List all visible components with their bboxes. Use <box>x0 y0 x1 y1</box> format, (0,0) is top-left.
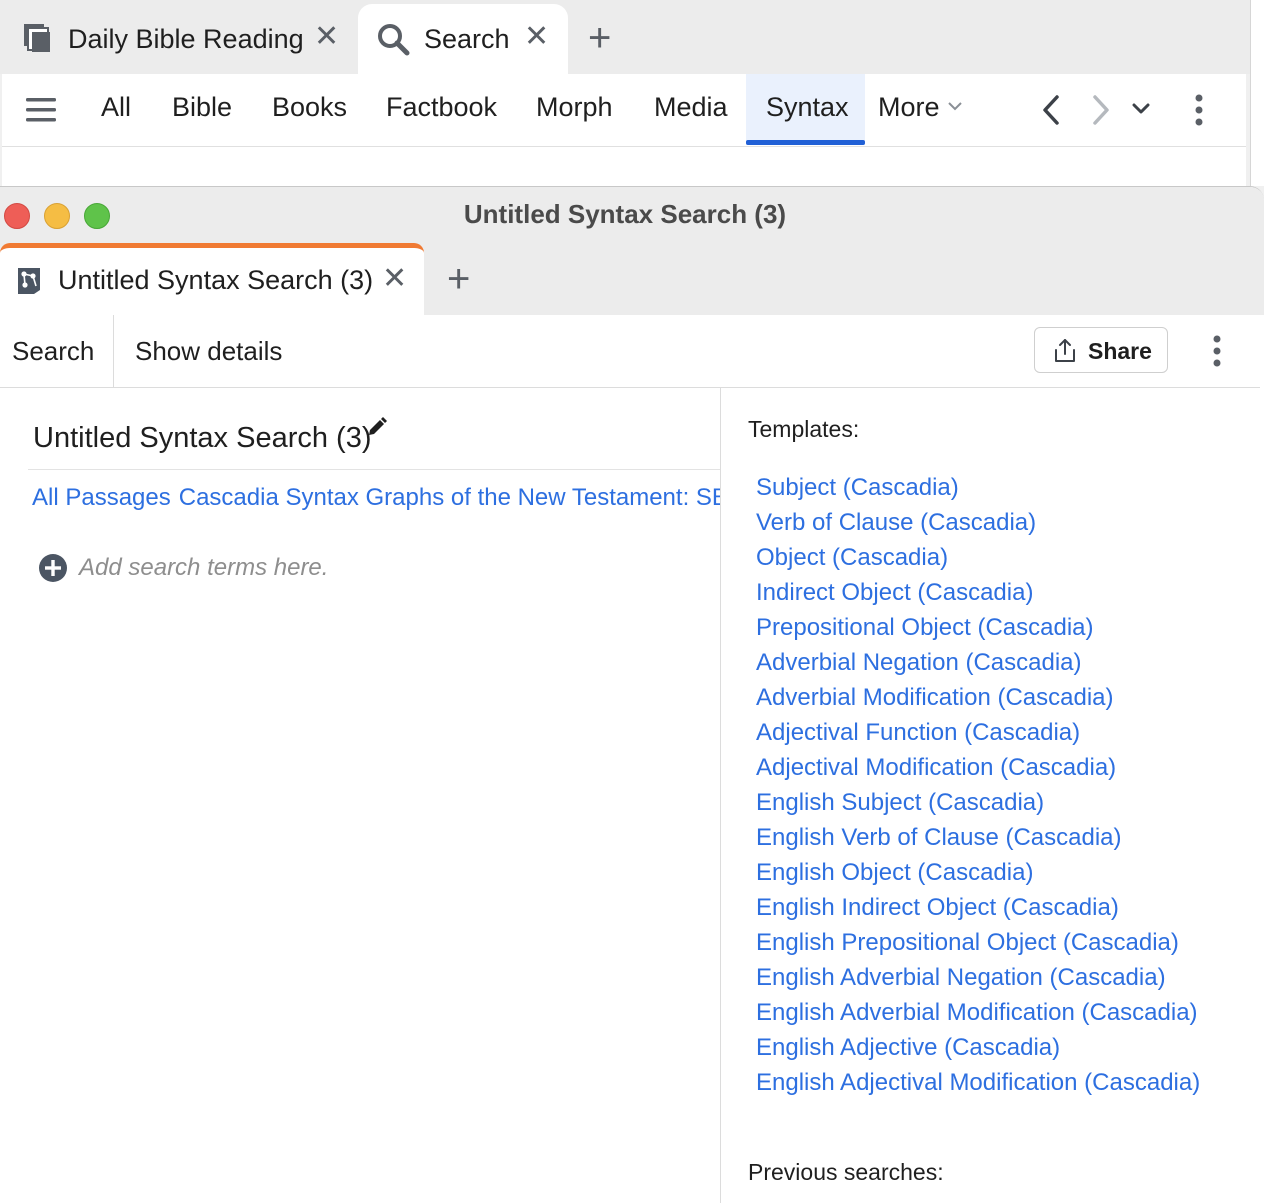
show-details-button[interactable]: Show details <box>135 336 282 367</box>
template-link[interactable]: Prepositional Object (Cascadia) <box>756 610 1200 645</box>
template-link[interactable]: English Prepositional Object (Cascadia) <box>756 925 1200 960</box>
syntax-search-window: Untitled Syntax Search (3) Untitled Synt… <box>0 186 1264 1203</box>
template-link[interactable]: English Object (Cascadia) <box>756 855 1200 890</box>
share-label: Share <box>1088 338 1152 364</box>
window-title: Untitled Syntax Search (3) <box>463 199 787 229</box>
active-tab-underline <box>746 140 865 145</box>
template-link[interactable]: Indirect Object (Cascadia) <box>756 575 1200 610</box>
new-tab-plus-icon[interactable]: + <box>588 18 611 58</box>
template-link[interactable]: English Subject (Cascadia) <box>756 785 1200 820</box>
tab-books[interactable]: Books <box>272 92 347 123</box>
close-icon[interactable]: ✕ <box>382 264 407 294</box>
heading-divider <box>28 469 720 470</box>
more-menu[interactable]: More <box>878 92 963 123</box>
previous-searches-heading: Previous searches: <box>748 1159 944 1185</box>
history-dropdown-icon[interactable] <box>1130 100 1152 123</box>
close-icon[interactable]: ✕ <box>314 22 339 52</box>
kebab-menu-icon[interactable] <box>1212 335 1222 372</box>
syntax-graph-icon <box>16 266 42 301</box>
templates-pane: Templates: Subject (Cascadia) Verb of Cl… <box>721 388 1264 1203</box>
tab-label: Search <box>424 24 510 54</box>
add-search-terms[interactable]: Add search terms here. <box>38 553 328 588</box>
resource-link[interactable]: Cascadia Syntax Graphs of the New Testam… <box>179 484 720 511</box>
template-link[interactable]: English Adverbial Negation (Cascadia) <box>756 960 1200 995</box>
template-link[interactable]: English Adjective (Cascadia) <box>756 1030 1200 1065</box>
close-icon[interactable]: ✕ <box>524 22 549 52</box>
template-link[interactable]: Adverbial Negation (Cascadia) <box>756 645 1200 680</box>
tab-factbook[interactable]: Factbook <box>386 92 497 123</box>
tab-label: Untitled Syntax Search (3) <box>58 265 374 295</box>
template-link[interactable]: English Verb of Clause (Cascadia) <box>756 820 1200 855</box>
tab-morph[interactable]: Morph <box>536 92 613 123</box>
template-link[interactable]: Object (Cascadia) <box>756 540 1200 575</box>
template-link[interactable]: Adjectival Function (Cascadia) <box>756 715 1200 750</box>
search-results-area <box>2 147 1246 187</box>
search-button[interactable]: Search <box>12 336 94 367</box>
share-button[interactable]: Share <box>1034 327 1168 373</box>
range-link[interactable]: All Passages <box>32 484 171 511</box>
new-tab-plus-icon[interactable]: + <box>447 259 470 299</box>
query-editor-pane: Untitled Syntax Search (3) All Passages C… <box>0 388 720 1203</box>
window-titlebar[interactable]: Untitled Syntax Search (3) <box>0 187 1264 243</box>
template-link[interactable]: Subject (Cascadia) <box>756 470 1200 505</box>
forward-arrow-icon[interactable] <box>1090 94 1112 131</box>
tab-search[interactable]: Search ✕ <box>358 4 568 74</box>
tab-syntax[interactable]: Syntax <box>766 92 849 123</box>
template-link[interactable]: English Adverbial Modification (Cascadia… <box>756 995 1200 1030</box>
add-terms-hint: Add search terms here. <box>79 554 329 581</box>
back-arrow-icon[interactable] <box>1040 94 1062 131</box>
tab-all[interactable]: All <box>101 92 131 123</box>
search-icon <box>376 22 410 63</box>
add-circle-icon[interactable] <box>38 553 68 583</box>
template-link[interactable]: Verb of Clause (Cascadia) <box>756 505 1200 540</box>
toolbar-divider <box>113 315 114 387</box>
template-link[interactable]: Adverbial Modification (Cascadia) <box>756 680 1200 715</box>
tab-label: Daily Bible Reading <box>68 24 304 54</box>
app-tab-strip: Daily Bible Reading ✕ Search ✕ + <box>0 0 1250 74</box>
search-title[interactable]: Untitled Syntax Search (3) <box>33 422 371 455</box>
search-type-nav: All Bible Books Factbook Morph Media Syn… <box>2 74 1246 147</box>
template-link[interactable]: Adjectival Modification (Cascadia) <box>756 750 1200 785</box>
pencil-edit-icon[interactable] <box>366 416 388 443</box>
document-tab-strip: Untitled Syntax Search (3) ✕ + <box>0 243 1264 315</box>
search-scope: All Passages Cascadia Syntax Graphs of th… <box>32 484 720 512</box>
template-link[interactable]: English Adjectival Modification (Cascadi… <box>756 1065 1200 1100</box>
tab-daily-bible-reading[interactable]: Daily Bible Reading ✕ <box>0 4 356 74</box>
books-stack-icon <box>22 22 54 61</box>
tab-media[interactable]: Media <box>654 92 728 123</box>
search-toolbar: Search Show details Share <box>0 315 1260 388</box>
hamburger-menu-icon[interactable] <box>26 96 58 129</box>
template-link[interactable]: English Indirect Object (Cascadia) <box>756 890 1200 925</box>
templates-heading: Templates: <box>748 416 860 442</box>
tab-bible[interactable]: Bible <box>172 92 232 123</box>
share-icon <box>1053 338 1077 369</box>
adjacent-panel-edge <box>1250 0 1264 186</box>
more-label: More <box>878 92 940 122</box>
kebab-menu-icon[interactable] <box>1194 94 1204 131</box>
templates-list: Subject (Cascadia) Verb of Clause (Casca… <box>756 470 1200 1100</box>
tab-untitled-syntax-search[interactable]: Untitled Syntax Search (3) ✕ <box>0 243 424 315</box>
chevron-down-icon <box>948 102 962 111</box>
